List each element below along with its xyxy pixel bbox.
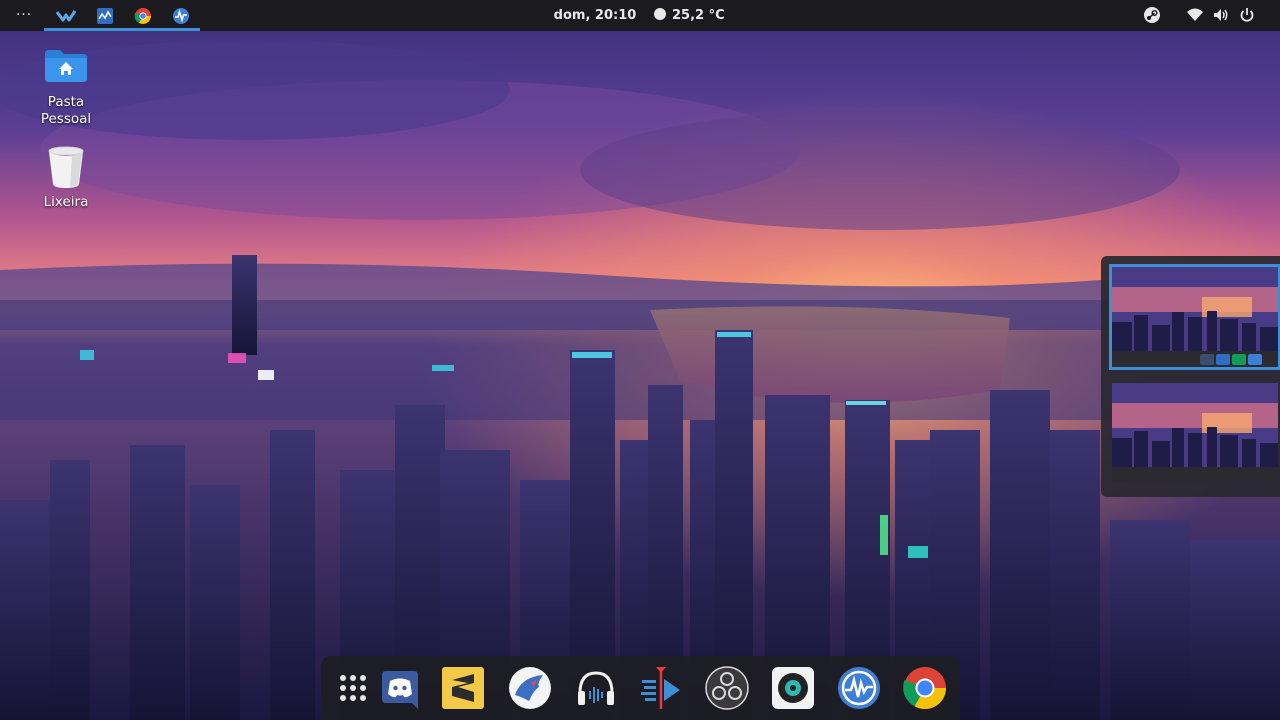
desktop-icon-label: Lixeira [43,194,89,210]
steam-icon[interactable] [1143,6,1161,24]
volume-icon[interactable] [1212,6,1230,24]
sublime-text-icon[interactable] [440,665,486,711]
workspace-thumbnail [1112,267,1278,367]
discord-icon[interactable] [377,665,423,711]
workspace-1[interactable] [1109,264,1280,370]
kdenlive-icon[interactable] [638,665,684,711]
record-app-icon[interactable] [770,665,816,711]
audio-headphones-icon[interactable] [573,665,619,711]
workspace-thumbnail [1112,383,1278,483]
dock [321,656,960,720]
waveform-app-icon[interactable] [836,665,882,711]
obs-studio-icon[interactable] [704,665,750,711]
activities-button[interactable]: ··· [10,4,38,26]
wifi-icon[interactable] [1186,6,1204,24]
workspace-switcher [1101,256,1280,497]
waveform-app-icon[interactable] [171,6,191,26]
desktop-icon-trash[interactable]: Lixeira [21,144,111,211]
chrome-icon[interactable] [902,665,948,711]
home-folder-icon [42,44,90,92]
moon-icon [654,8,666,20]
kdenlive-icon[interactable] [56,6,76,26]
top-bar: ··· dom, 20:10 25,2 °C [0,0,1280,31]
weather-indicator[interactable]: 25,2 °C [654,0,744,31]
app-grid-icon[interactable] [330,665,376,711]
system-monitor-icon[interactable] [95,6,115,26]
chrome-icon[interactable] [133,6,153,26]
desktop-icon-label: Pasta Pessoal [40,94,92,127]
workspace-2[interactable] [1112,383,1278,483]
clock[interactable]: dom, 20:10 [540,0,650,31]
ferdi-icon[interactable] [507,665,553,711]
active-app-indicator [44,28,200,31]
power-icon[interactable] [1238,6,1256,24]
temperature: 25,2 °C [672,8,725,23]
desktop-icon-home[interactable]: Pasta Pessoal [21,44,111,128]
wallpaper [0,0,1280,720]
trash-icon [42,144,90,192]
